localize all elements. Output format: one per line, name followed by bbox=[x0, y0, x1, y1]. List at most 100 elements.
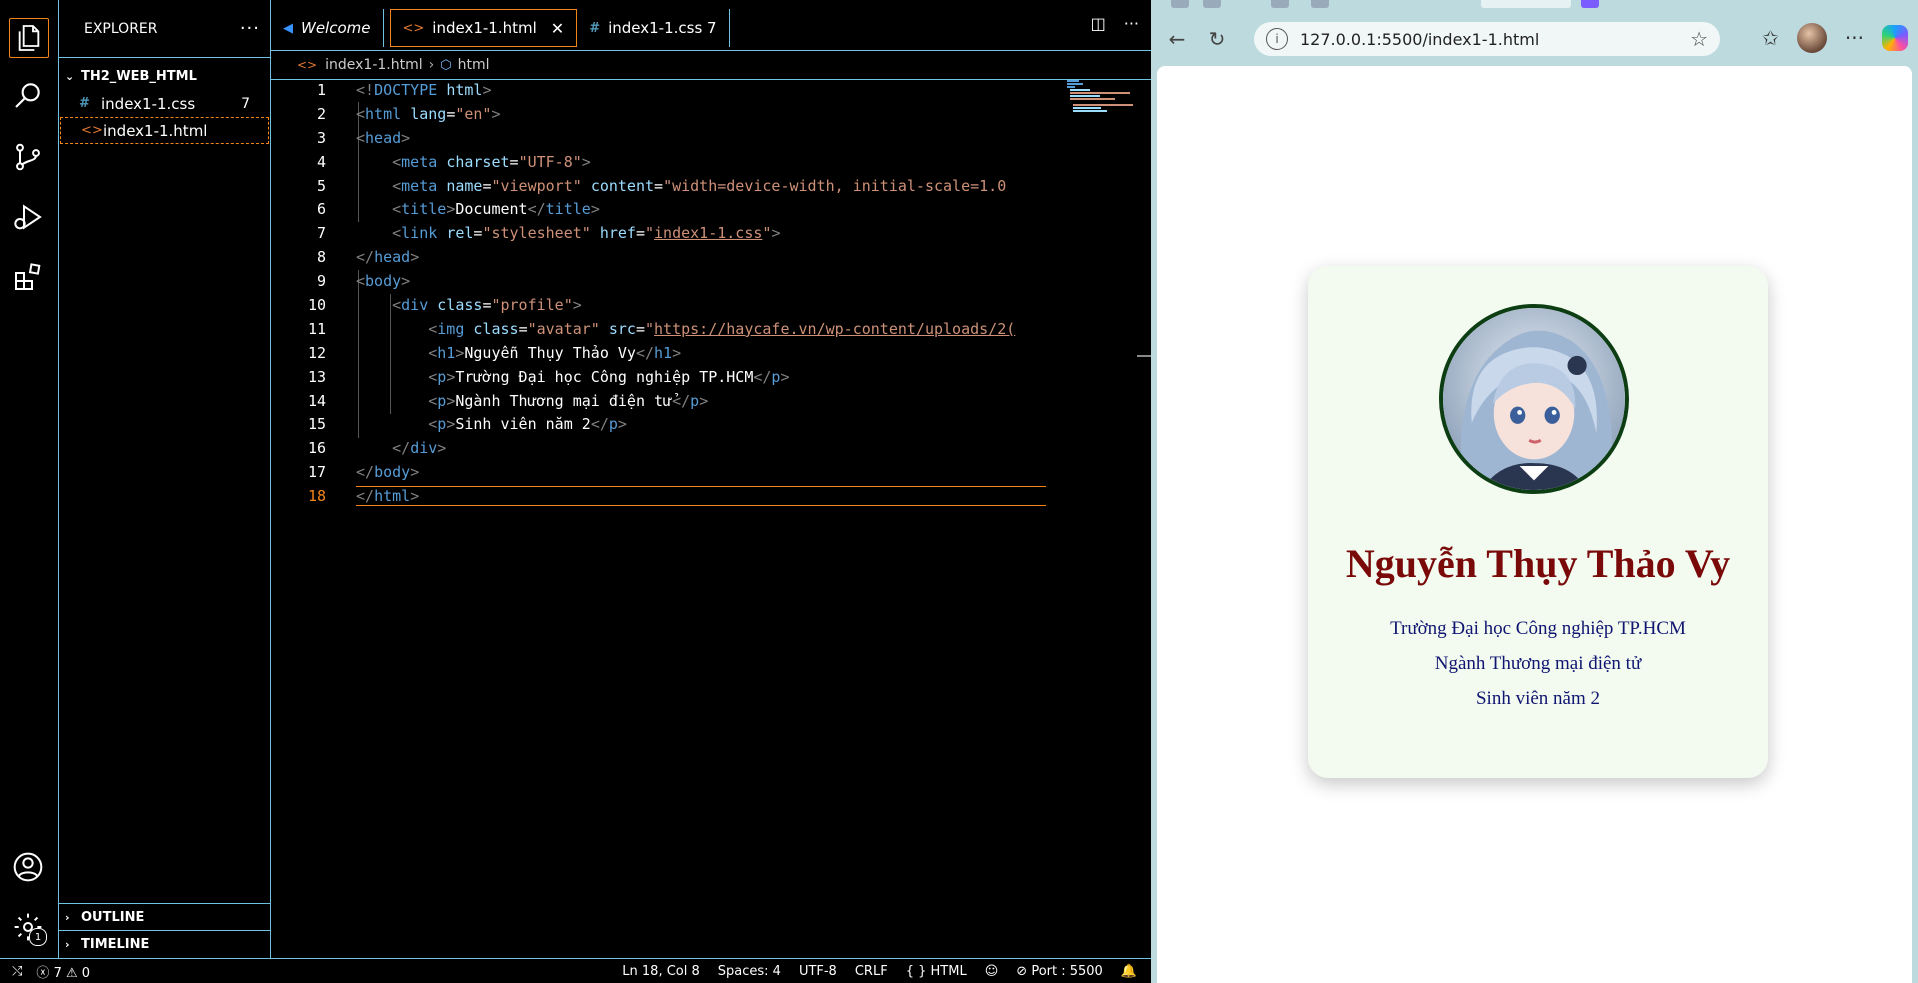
tab-favicon[interactable] bbox=[1581, 0, 1599, 8]
tab-welcome[interactable]: ◀ Welcome bbox=[271, 9, 384, 47]
encoding[interactable]: UTF-8 bbox=[799, 964, 837, 979]
browser-toolbar: ← ↻ i 127.0.0.1:5500/index1-1.html ☆ ✩ ·… bbox=[1151, 12, 1918, 66]
explorer-sidebar: EXPLORER ··· ⌄ TH2_WEB_HTML # index1-1.c… bbox=[59, 0, 271, 958]
code-line-current: 18 </html> bbox=[271, 484, 1071, 508]
code-line: 11 <img class="avatar" src="https://hayc… bbox=[271, 317, 1071, 341]
vscode-logo-icon: ◀ bbox=[283, 20, 293, 36]
profile-name: Nguyễn Thụy Thảo Vy bbox=[1345, 541, 1731, 586]
scrollbar-marker[interactable] bbox=[1137, 355, 1151, 357]
code-line: 4 <meta charset="UTF-8"> bbox=[271, 150, 1071, 174]
profile-year: Sinh viên năm 2 bbox=[1475, 688, 1601, 709]
more-menu-icon[interactable]: ··· bbox=[1845, 26, 1864, 50]
line-number: 4 bbox=[316, 152, 326, 171]
close-icon[interactable]: ✕ bbox=[551, 19, 564, 38]
language-mode[interactable]: { } HTML bbox=[906, 964, 967, 979]
tab-favicon[interactable] bbox=[1311, 0, 1329, 8]
profile-school: Trường Đại học Công nghiệp TP.HCM bbox=[1390, 618, 1686, 639]
back-arrow-icon[interactable]: ← bbox=[1163, 25, 1191, 53]
no-entry-icon: ⊘ bbox=[1016, 963, 1028, 979]
address-bar[interactable]: i 127.0.0.1:5500/index1-1.html ☆ bbox=[1254, 22, 1720, 56]
code-line: 2 <html lang="en"> bbox=[271, 102, 1071, 126]
notifications-bell-icon[interactable]: 🔔 bbox=[1121, 964, 1137, 979]
info-icon[interactable]: i bbox=[1266, 28, 1288, 50]
source-control-icon[interactable] bbox=[9, 138, 47, 176]
line-number: 7 bbox=[316, 224, 326, 243]
minimap[interactable] bbox=[1067, 80, 1137, 116]
file-item-html[interactable]: <> index1-1.html bbox=[60, 117, 269, 144]
line-number: 14 bbox=[307, 391, 326, 410]
more-actions-icon[interactable]: ··· bbox=[1124, 14, 1139, 33]
profile-avatar[interactable] bbox=[1796, 23, 1827, 53]
chevron-down-icon: ⌄ bbox=[65, 69, 75, 83]
language-label: HTML bbox=[930, 963, 967, 979]
split-editor-icon[interactable]: ◫ bbox=[1091, 14, 1106, 33]
tab-favicon[interactable] bbox=[1203, 0, 1221, 8]
problem-count: 7 bbox=[241, 95, 250, 112]
tab-index-css[interactable]: # index1-1.css 7 bbox=[577, 9, 730, 47]
code-token: "UTF-8" bbox=[518, 152, 582, 171]
code-token: Sinh viên năm 2 bbox=[455, 415, 591, 434]
browser-tab-strip bbox=[1151, 0, 1918, 12]
code-line: 5 <meta name="viewport" content="width=d… bbox=[271, 174, 1071, 198]
end-of-line[interactable]: CRLF bbox=[855, 964, 888, 979]
file-item-css[interactable]: # index1-1.css 7 bbox=[59, 90, 270, 117]
code-token: "profile" bbox=[491, 295, 573, 314]
timeline-section[interactable]: › TIMELINE bbox=[59, 930, 270, 958]
code-line: 7 <link rel="stylesheet" href="index1-1.… bbox=[271, 221, 1071, 245]
tab-favicon[interactable] bbox=[1271, 0, 1289, 8]
line-number: 9 bbox=[316, 272, 326, 291]
profile-major: Ngành Thương mại điện tử bbox=[1434, 653, 1642, 674]
copilot-icon[interactable] bbox=[1882, 25, 1908, 51]
workspace-folder[interactable]: ⌄ TH2_WEB_HTML bbox=[59, 62, 270, 90]
favorites-icon[interactable]: ✩ bbox=[1762, 26, 1779, 50]
code-line: 1 <!DOCTYPE html> bbox=[271, 78, 1071, 102]
manage-gear-icon[interactable]: 1 bbox=[9, 908, 47, 946]
active-tab[interactable] bbox=[1481, 0, 1571, 8]
extensions-icon[interactable] bbox=[9, 258, 47, 296]
problems-indicator[interactable]: ⓧ 7 ⚠ 0 bbox=[36, 962, 90, 981]
outline-section[interactable]: › OUTLINE bbox=[59, 903, 270, 931]
breadcrumb: <> index1-1.html › ⬡ html bbox=[271, 51, 1151, 80]
tab-index-html[interactable]: <> index1-1.html ✕ bbox=[389, 9, 578, 47]
code-editor[interactable]: 1 <!DOCTYPE html> 2 <html lang="en"> 3 <hea… bbox=[271, 78, 1071, 508]
account-icon[interactable] bbox=[9, 848, 47, 886]
breadcrumb-separator: › bbox=[428, 57, 435, 73]
reload-icon[interactable]: ↻ bbox=[1203, 25, 1231, 53]
copilot-icon[interactable]: ☺ bbox=[985, 964, 999, 979]
url-text: 127.0.0.1:5500/index1-1.html bbox=[1300, 29, 1540, 49]
code-token: charset bbox=[446, 152, 510, 171]
line-number: 2 bbox=[316, 104, 326, 123]
line-number: 17 bbox=[307, 463, 326, 482]
activity-bar: 1 bbox=[0, 0, 59, 958]
code-line: 15 <p>Sinh viên năm 2</p> bbox=[271, 412, 1071, 436]
explorer-icon[interactable] bbox=[9, 18, 49, 58]
search-icon[interactable] bbox=[9, 76, 47, 114]
cursor-position[interactable]: Ln 18, Col 8 bbox=[622, 964, 699, 979]
code-link[interactable]: index1-1.css bbox=[654, 224, 762, 242]
code-line: 3 <head> bbox=[271, 126, 1071, 150]
favorite-star-icon[interactable]: ☆ bbox=[1690, 27, 1708, 51]
editor-area: ◀ Welcome <> index1-1.html ✕ # index1-1.… bbox=[271, 0, 1151, 958]
live-server[interactable]: ⊘ Port : 5500 bbox=[1016, 964, 1103, 979]
breadcrumb-file[interactable]: index1-1.html bbox=[325, 57, 423, 73]
code-line: 17 </body> bbox=[271, 460, 1071, 484]
tab-favicon[interactable] bbox=[1171, 0, 1189, 8]
avatar-image bbox=[1439, 304, 1629, 494]
code-token: "width=device-width, initial-scale=1.0 bbox=[663, 176, 1007, 195]
code-token: Ngành Thương mại điện tử bbox=[455, 391, 673, 410]
indentation[interactable]: Spaces: 4 bbox=[718, 964, 781, 979]
line-number: 8 bbox=[316, 248, 326, 267]
tab-label: Welcome bbox=[301, 19, 371, 37]
more-actions-icon[interactable]: ··· bbox=[240, 18, 260, 39]
breadcrumb-symbol[interactable]: html bbox=[458, 57, 490, 73]
code-link[interactable]: https://haycafe.vn/wp-content/uploads/2( bbox=[654, 320, 1015, 338]
remote-icon[interactable]: ⤭ bbox=[12, 964, 22, 979]
anime-girl-portrait-icon bbox=[1443, 308, 1625, 490]
code-line: 8 </head> bbox=[271, 245, 1071, 269]
run-debug-icon[interactable] bbox=[9, 198, 47, 236]
error-count: 7 bbox=[53, 965, 62, 981]
page-viewport: Nguyễn Thụy Thảo Vy Trường Đại học Công … bbox=[1157, 66, 1912, 983]
line-number: 5 bbox=[316, 176, 326, 195]
browser-window: ← ↻ i 127.0.0.1:5500/index1-1.html ☆ ✩ ·… bbox=[1151, 0, 1918, 983]
code-line: 6 <title>Document</title> bbox=[271, 197, 1071, 221]
